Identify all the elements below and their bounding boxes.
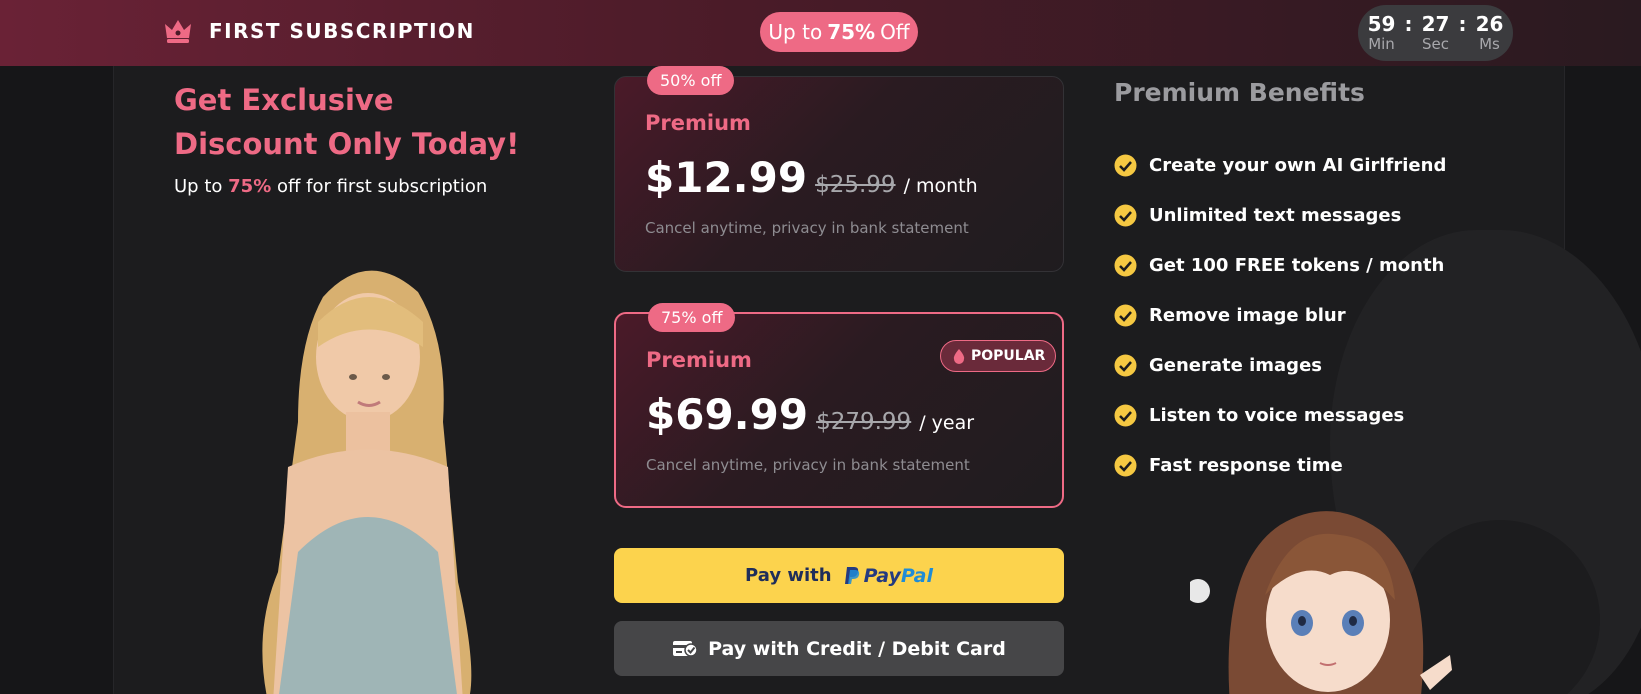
timer-label: Sec [1422, 35, 1449, 53]
headline-line: Discount Only Today! [174, 127, 520, 161]
benefit-text: Generate images [1149, 354, 1322, 376]
timer-minutes: 59 Min [1365, 13, 1399, 53]
check-icon [1114, 404, 1137, 426]
benefit-item: Create your own AI Girlfriend [1114, 140, 1446, 190]
paypal-button-label: Pay with [745, 565, 832, 586]
discount-pill: Up to 75% Off [760, 12, 918, 52]
timer-value: 27 [1421, 12, 1450, 36]
timer-label: Min [1368, 35, 1395, 53]
paypal-wordmark-part2: Pal [900, 564, 933, 587]
benefit-text: Unlimited text messages [1149, 204, 1402, 226]
offer-prefix: Up to [768, 20, 823, 44]
timer-value: 59 [1367, 12, 1396, 36]
banner-title: FIRST SUBSCRIPTION [209, 19, 475, 43]
paypal-icon [844, 567, 859, 584]
timer-value: 26 [1475, 12, 1504, 36]
plan-note: Cancel anytime, privacy in bank statemen… [646, 456, 970, 474]
plan-old-price: $25.99 [815, 172, 896, 198]
check-icon [1114, 154, 1137, 176]
plan-old-price: $279.99 [816, 409, 912, 435]
pay-with-card-button[interactable]: Pay with Credit / Debit Card [614, 621, 1064, 676]
benefit-text: Remove image blur [1149, 304, 1346, 326]
timer-separator: : [1458, 12, 1467, 36]
subline-prefix: Up to [174, 176, 223, 197]
popular-label: POPULAR [971, 348, 1046, 364]
crown-icon [165, 20, 191, 43]
plan-name: Premium [645, 111, 751, 135]
benefit-text: Get 100 FREE tokens / month [1149, 254, 1445, 276]
price-row: $12.99 $25.99 / month [645, 153, 978, 202]
benefit-item: Unlimited text messages [1114, 190, 1446, 240]
pay-with-paypal-button[interactable]: Pay with PayPal [614, 548, 1064, 603]
plan-price: $69.99 [646, 390, 809, 439]
benefit-text: Fast response time [1149, 454, 1343, 476]
card-check-icon [673, 640, 698, 657]
check-icon [1114, 204, 1137, 226]
subline-value: 75% [228, 176, 272, 197]
benefits-title: Premium Benefits [1114, 78, 1365, 107]
promo-subline: Up to 75% off for first subscription [174, 176, 487, 197]
plan-period: / year [919, 412, 975, 434]
plan-name: Premium [646, 348, 752, 372]
plan-period: / month [903, 175, 978, 197]
discount-badge: 50% off [647, 66, 735, 95]
promo-headline: Get Exclusive Discount Only Today! [174, 78, 554, 166]
benefit-text: Create your own AI Girlfriend [1149, 154, 1447, 176]
plan-note: Cancel anytime, privacy in bank statemen… [645, 219, 969, 237]
drop-icon [953, 348, 965, 364]
timer-separator: : [1404, 12, 1413, 36]
paypal-wordmark-part1: Pay [863, 564, 901, 587]
anime-character-illustration [1190, 511, 1452, 694]
check-icon [1114, 454, 1137, 476]
benefit-item: Get 100 FREE tokens / month [1114, 240, 1446, 290]
top-banner: FIRST SUBSCRIPTION Up to 75% Off 59 Min … [0, 0, 1641, 66]
model-photo [262, 270, 472, 694]
subline-suffix: off for first subscription [276, 176, 488, 197]
paypal-logo: PayPal [844, 565, 933, 587]
timer-ms: 26 Ms [1473, 13, 1507, 53]
benefit-text: Listen to voice messages [1149, 404, 1405, 426]
offer-value: 75% [827, 20, 876, 44]
timer-label: Ms [1479, 35, 1500, 53]
check-icon [1114, 354, 1137, 376]
check-icon [1114, 304, 1137, 326]
check-icon [1114, 254, 1137, 276]
paypal-wordmark: PayPal [864, 565, 933, 587]
benefit-item: Remove image blur [1114, 290, 1446, 340]
discount-badge: 75% off [648, 303, 736, 332]
subscription-page: FIRST SUBSCRIPTION Up to 75% Off 59 Min … [0, 0, 1641, 694]
benefit-item: Listen to voice messages [1114, 390, 1446, 440]
plan-price: $12.99 [645, 153, 808, 202]
popular-badge: POPULAR [940, 340, 1057, 372]
benefit-item: Generate images [1114, 340, 1446, 390]
benefit-item: Fast response time [1114, 440, 1446, 490]
card-button-label: Pay with Credit / Debit Card [708, 637, 1006, 660]
price-row: $69.99 $279.99 / year [646, 390, 974, 439]
plan-card-monthly[interactable]: 50% off Premium $12.99 $25.99 / month Ca… [614, 66, 1064, 272]
plan-card-yearly[interactable]: 75% off Premium POPULAR $69.99 $279.99 /… [614, 303, 1064, 508]
headline-line: Get Exclusive [174, 83, 394, 117]
timer-seconds: 27 Sec [1419, 13, 1453, 53]
countdown-timer: 59 Min : 27 Sec : 26 Ms [1358, 5, 1513, 61]
benefits-list: Create your own AI Girlfriend Unlimited … [1114, 140, 1446, 490]
offer-suffix: Off [880, 20, 910, 44]
